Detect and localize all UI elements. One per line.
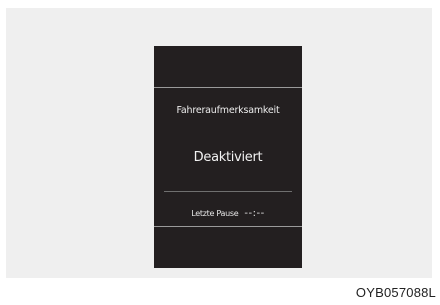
status-text: Deaktiviert — [193, 150, 263, 165]
cluster-display: Fahreraufmerksamkeit Deaktiviert Letzte … — [154, 46, 302, 268]
display-bottom-divider — [154, 226, 302, 227]
display-top-divider — [154, 87, 302, 88]
inner-divider — [164, 191, 292, 192]
last-break-row: Letzte Pause --:-- — [154, 201, 302, 220]
last-break-label: Letzte Pause — [191, 209, 239, 218]
figure-code: OYB057088L — [355, 285, 436, 300]
last-break-value: --:-- — [244, 208, 265, 219]
display-title: Fahreraufmerksamkeit — [176, 105, 280, 116]
